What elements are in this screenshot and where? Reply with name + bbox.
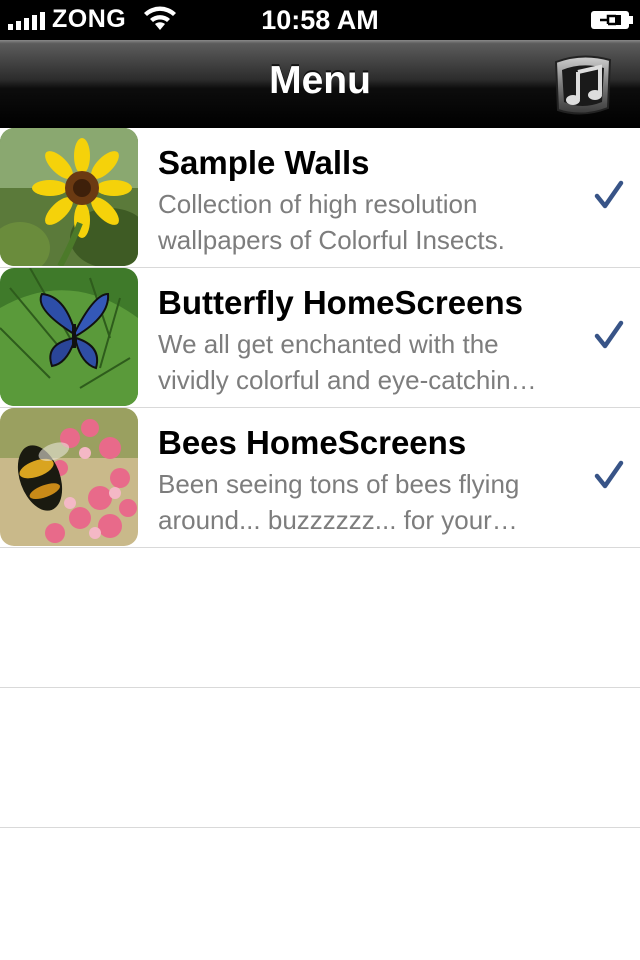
sunflower-thumbnail bbox=[0, 128, 138, 266]
music-note-icon[interactable] bbox=[548, 52, 616, 118]
row-description: Collection of high resolution wallpapers… bbox=[158, 189, 505, 255]
table-row-butterfly-homescreens[interactable]: Butterfly HomeScreens We all get enchant… bbox=[0, 268, 640, 408]
checkmark-icon bbox=[594, 180, 624, 209]
nav-title: Menu bbox=[269, 59, 371, 102]
status-bar: ZONG 10:58 AM bbox=[0, 0, 640, 40]
table-row-bees-homescreens[interactable]: Bees HomeScreens Been seeing tons of bee… bbox=[0, 408, 640, 548]
navigation-bar: Menu bbox=[0, 40, 640, 129]
row-title: Sample Walls bbox=[158, 144, 370, 181]
checkmark-icon bbox=[594, 460, 624, 489]
status-time: 10:58 AM bbox=[261, 5, 379, 35]
row-description: We all get enchanted with the vividly co… bbox=[158, 329, 537, 395]
empty-table-row bbox=[0, 688, 640, 828]
table-row-sample-walls[interactable]: Sample Walls Collection of high resoluti… bbox=[0, 128, 640, 268]
bee-thumbnail bbox=[0, 408, 138, 546]
empty-table-row bbox=[0, 548, 640, 688]
menu-table: Sample Walls Collection of high resoluti… bbox=[0, 128, 640, 828]
row-title: Butterfly HomeScreens bbox=[158, 284, 523, 321]
checkmark-icon bbox=[594, 320, 624, 349]
butterfly-thumbnail bbox=[0, 268, 138, 406]
battery-charging-icon bbox=[591, 11, 633, 29]
row-description: Been seeing tons of bees flying around..… bbox=[158, 469, 520, 535]
row-title: Bees HomeScreens bbox=[158, 424, 467, 461]
